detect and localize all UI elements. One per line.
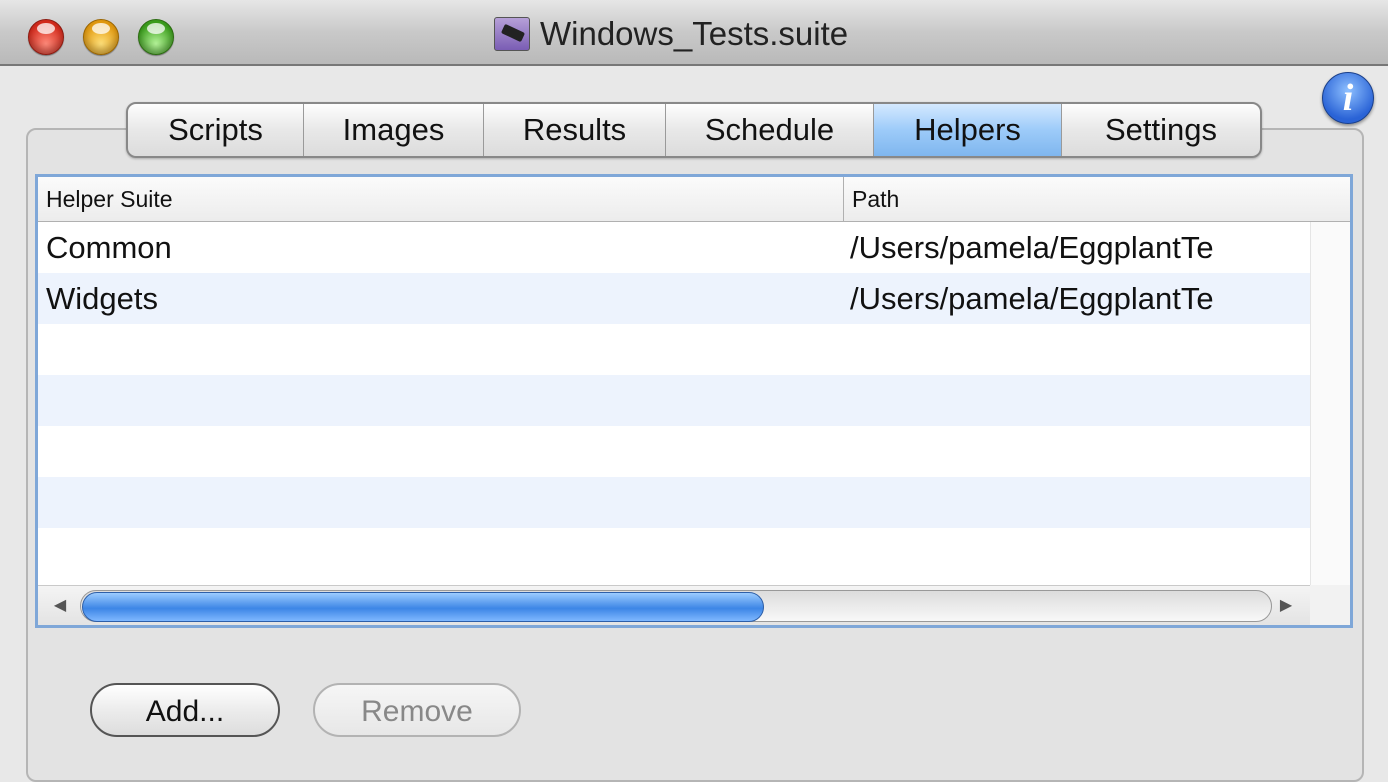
path-cell: /Users/pamela/EggplantTe (850, 281, 1214, 316)
helper-suite-cell: Common (46, 230, 172, 265)
table-row[interactable]: Widgets /Users/pamela/EggplantTe (38, 273, 1310, 324)
minimize-button[interactable] (83, 19, 119, 55)
scroll-corner (1310, 585, 1350, 625)
table-header: Helper Suite Path (38, 177, 1350, 222)
tab-helpers[interactable]: Helpers (874, 104, 1062, 156)
scroll-left-arrow-icon[interactable]: ◀ (48, 594, 72, 618)
empty-row (38, 426, 1310, 477)
empty-row (38, 324, 1310, 375)
remove-button[interactable]: Remove (313, 683, 521, 737)
window-title: Windows_Tests.suite (494, 14, 848, 54)
title-bar: Windows_Tests.suite (0, 0, 1388, 66)
close-button[interactable] (28, 19, 64, 55)
empty-row (38, 375, 1310, 426)
tab-results[interactable]: Results (484, 104, 666, 156)
scroll-right-arrow-icon[interactable]: ▶ (1274, 594, 1298, 618)
tab-scripts[interactable]: Scripts (128, 104, 304, 156)
horizontal-scrollbar[interactable]: ◀ ▶ (38, 585, 1310, 625)
tab-settings[interactable]: Settings (1062, 104, 1260, 156)
empty-row (38, 528, 1310, 579)
tab-schedule[interactable]: Schedule (666, 104, 874, 156)
helper-suite-cell: Widgets (46, 281, 158, 316)
tab-images[interactable]: Images (304, 104, 484, 156)
column-header-helper-suite[interactable]: Helper Suite (38, 177, 844, 221)
scroll-thumb[interactable] (82, 592, 764, 622)
window-title-text: Windows_Tests.suite (540, 15, 849, 52)
column-header-path[interactable]: Path (844, 177, 1350, 221)
empty-row (38, 477, 1310, 528)
info-button[interactable]: i (1322, 72, 1374, 124)
tab-bar: Scripts Images Results Schedule Helpers … (126, 102, 1262, 158)
zoom-button[interactable] (138, 19, 174, 55)
add-button[interactable]: Add... (90, 683, 280, 737)
path-cell: /Users/pamela/EggplantTe (850, 230, 1214, 265)
helpers-table: Helper Suite Path Common /Users/pamela/E… (35, 174, 1353, 628)
suite-document-icon (494, 17, 530, 51)
vertical-scrollbar[interactable] (1310, 222, 1350, 585)
table-row[interactable]: Common /Users/pamela/EggplantTe (38, 222, 1310, 273)
